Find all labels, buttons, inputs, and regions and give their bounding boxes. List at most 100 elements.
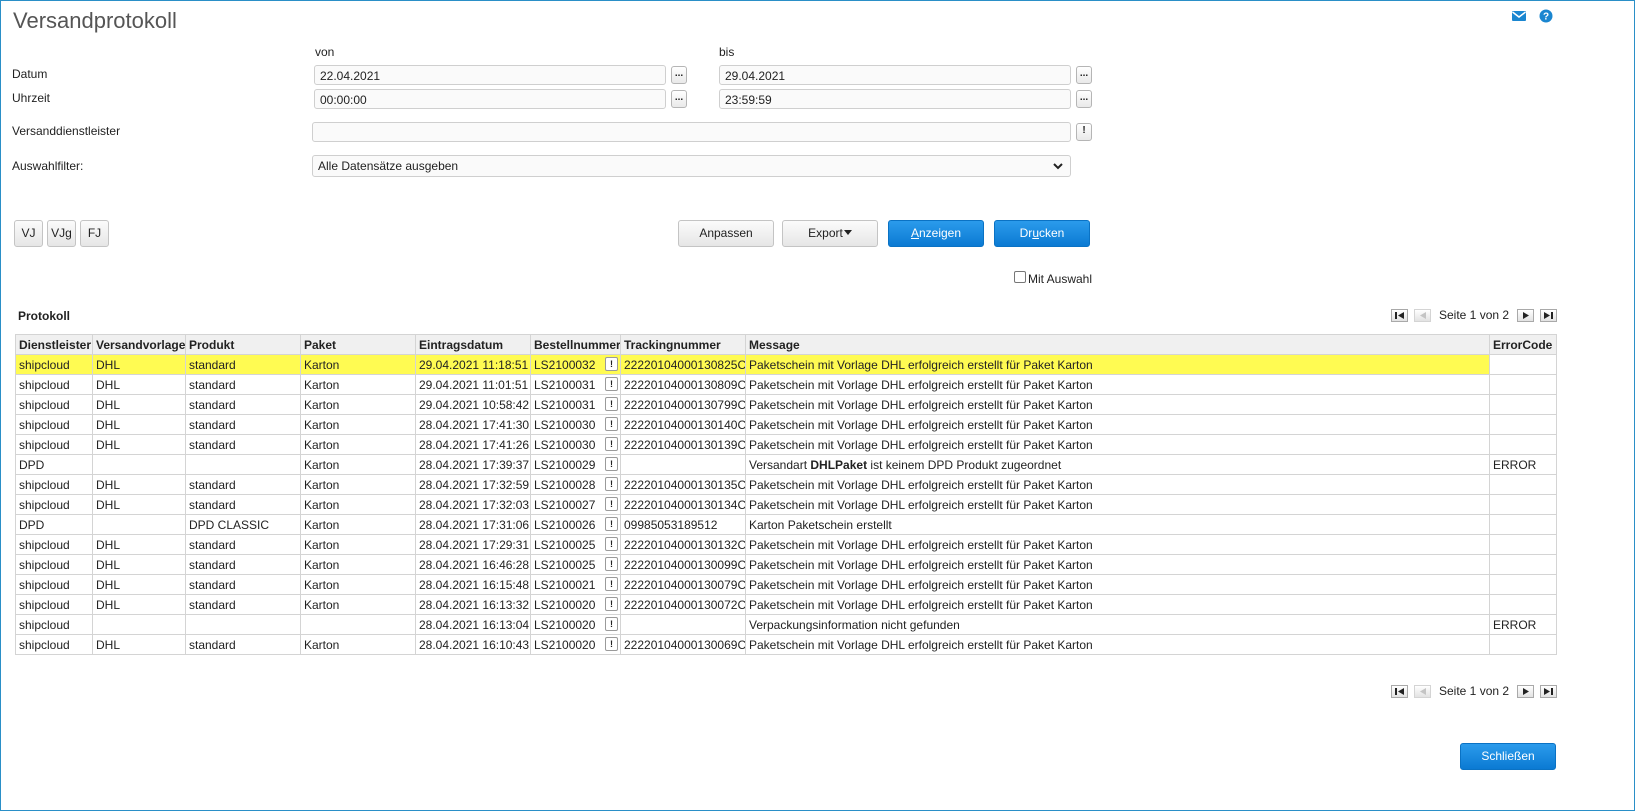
uhrzeit-bis-input[interactable]: 23:59:59 <box>719 89 1071 109</box>
cell-trackingnummer: 22220104000130134C <box>620 494 746 515</box>
column-header-eintragsdatum[interactable]: Eintragsdatum <box>415 334 531 355</box>
column-header-produkt[interactable]: Produkt <box>185 334 301 355</box>
column-header-paket[interactable]: Paket <box>300 334 416 355</box>
datum-bis-picker-button[interactable]: ... <box>1076 66 1092 84</box>
next-page-button[interactable] <box>1517 684 1535 698</box>
cell-errorcode: ERROR <box>1489 454 1557 475</box>
table-row[interactable]: shipcloud DHL standard Karton 28.04.2021 16:… <box>15 574 1557 595</box>
cell-message: Paketschein mit Vorlage DHL erfolgreich … <box>745 494 1490 515</box>
table-row[interactable]: shipcloud DHL standard Karton 28.04.2021 17:… <box>15 434 1557 455</box>
table-row[interactable]: shipcloud 28.04.2021 16:13:04 LS2100020! Ve… <box>15 614 1557 635</box>
cell-eintragsdatum: 28.04.2021 16:13:32 <box>415 594 531 615</box>
table-row[interactable]: shipcloud DHL standard Karton 28.04.2021 17:… <box>15 534 1557 555</box>
bestellnummer-value: LS2100020 <box>534 617 596 632</box>
drucken-button[interactable]: Drucken <box>994 220 1090 247</box>
export-button[interactable]: Export <box>782 220 878 247</box>
order-info-button[interactable]: ! <box>605 557 618 571</box>
cell-paket: Karton <box>300 594 416 615</box>
vjg-button[interactable]: VJg <box>47 220 76 247</box>
help-icon[interactable]: ? <box>1538 9 1554 23</box>
order-info-button[interactable]: ! <box>605 457 618 471</box>
cell-versandvorlage: DHL <box>92 534 186 555</box>
mit-auswahl-checkbox[interactable] <box>1014 271 1026 283</box>
datum-von-picker-button[interactable]: ... <box>671 66 687 84</box>
auswahlfilter-select[interactable]: Alle Datensätze ausgeben <box>312 155 1071 177</box>
cell-paket: Karton <box>300 494 416 515</box>
order-info-button[interactable]: ! <box>605 597 618 611</box>
table-row[interactable]: DPD Karton 28.04.2021 17:39:37 LS2100029! Ve… <box>15 454 1557 475</box>
table-row[interactable]: DPD DPD CLASSIC Karton 28.04.2021 17:31:06 L… <box>15 514 1557 535</box>
order-info-button[interactable]: ! <box>605 497 618 511</box>
versanddienstleister-lookup-button[interactable]: ! <box>1076 123 1092 141</box>
order-info-button[interactable]: ! <box>605 397 618 411</box>
cell-message: Paketschein mit Vorlage DHL erfolgreich … <box>745 474 1490 495</box>
anzeigen-button[interactable]: Anzeigen <box>888 220 984 247</box>
cell-paket: Karton <box>300 534 416 555</box>
order-info-button[interactable]: ! <box>605 437 618 451</box>
table-row[interactable]: shipcloud DHL standard Karton 28.04.2021 16:… <box>15 634 1557 655</box>
table-row[interactable]: shipcloud DHL standard Karton 28.04.2021 17:… <box>15 494 1557 515</box>
table-row[interactable]: shipcloud DHL standard Karton 29.04.2021 10:… <box>15 394 1557 415</box>
first-page-button[interactable] <box>1391 684 1408 698</box>
cell-errorcode <box>1489 494 1557 515</box>
order-info-button[interactable]: ! <box>605 617 618 631</box>
table-row[interactable]: shipcloud DHL standard Karton 29.04.2021 11:… <box>15 354 1557 375</box>
table-row[interactable]: shipcloud DHL standard Karton 28.04.2021 17:… <box>15 414 1557 435</box>
cell-eintragsdatum: 29.04.2021 11:01:51 <box>415 374 531 395</box>
vj-button[interactable]: VJ <box>14 220 43 247</box>
last-page-button[interactable] <box>1540 684 1558 698</box>
order-info-button[interactable]: ! <box>605 477 618 491</box>
cell-produkt: standard <box>185 594 301 615</box>
cell-paket: Karton <box>300 394 416 415</box>
cell-errorcode <box>1489 474 1557 495</box>
order-info-button[interactable]: ! <box>605 637 618 651</box>
datum-von-input[interactable]: 22.04.2021 <box>314 65 666 85</box>
cell-trackingnummer <box>620 614 746 635</box>
first-page-button[interactable] <box>1391 308 1408 322</box>
column-header-versandvorlage[interactable]: Versandvorlage <box>92 334 186 355</box>
column-header-dienstleister[interactable]: Dienstleister <box>15 334 93 355</box>
order-info-button[interactable]: ! <box>605 537 618 551</box>
datum-bis-input[interactable]: 29.04.2021 <box>719 65 1071 85</box>
cell-versandvorlage: DHL <box>92 474 186 495</box>
cell-paket: Karton <box>300 434 416 455</box>
uhrzeit-von-picker-button[interactable]: ... <box>671 90 687 108</box>
cell-produkt: standard <box>185 574 301 595</box>
order-info-button[interactable]: ! <box>605 517 618 531</box>
cell-produkt: standard <box>185 554 301 575</box>
last-page-button[interactable] <box>1540 308 1558 322</box>
mail-icon[interactable] <box>1511 9 1527 23</box>
order-info-button[interactable]: ! <box>605 577 618 591</box>
table-row[interactable]: shipcloud DHL standard Karton 28.04.2021 17:… <box>15 474 1557 495</box>
cell-trackingnummer: 22220104000130135C <box>620 474 746 495</box>
column-header-trackingnummer[interactable]: Trackingnummer <box>620 334 746 355</box>
table-row[interactable]: shipcloud DHL standard Karton 29.04.2021 11:… <box>15 374 1557 395</box>
cell-produkt: standard <box>185 414 301 435</box>
cell-produkt: standard <box>185 534 301 555</box>
versanddienstleister-input[interactable] <box>312 122 1071 142</box>
anpassen-button[interactable]: Anpassen <box>678 220 774 247</box>
svg-text:?: ? <box>1543 12 1549 23</box>
column-header-message[interactable]: Message <box>745 334 1490 355</box>
cell-eintragsdatum: 28.04.2021 16:13:04 <box>415 614 531 635</box>
order-info-button[interactable]: ! <box>605 357 618 371</box>
column-header-bestellnummer[interactable]: Bestellnummer <box>530 334 621 355</box>
bestellnummer-value: LS2100028 <box>534 477 596 492</box>
prev-page-button[interactable] <box>1414 684 1431 698</box>
prev-page-button[interactable] <box>1414 308 1431 322</box>
cell-trackingnummer: 22220104000130099C <box>620 554 746 575</box>
fj-button[interactable]: FJ <box>80 220 109 247</box>
uhrzeit-von-input[interactable]: 00:00:00 <box>314 89 666 109</box>
cell-message: Paketschein mit Vorlage DHL erfolgreich … <box>745 434 1490 455</box>
cell-errorcode <box>1489 594 1557 615</box>
cell-dienstleister: shipcloud <box>15 634 93 655</box>
cell-trackingnummer: 22220104000130825C <box>620 354 746 375</box>
table-row[interactable]: shipcloud DHL standard Karton 28.04.2021 16:… <box>15 594 1557 615</box>
column-header-errorcode[interactable]: ErrorCode <box>1489 334 1557 355</box>
uhrzeit-bis-picker-button[interactable]: ... <box>1076 90 1092 108</box>
table-row[interactable]: shipcloud DHL standard Karton 28.04.2021 16:… <box>15 554 1557 575</box>
order-info-button[interactable]: ! <box>605 417 618 431</box>
order-info-button[interactable]: ! <box>605 377 618 391</box>
next-page-button[interactable] <box>1517 308 1535 322</box>
schliessen-button[interactable]: Schließen <box>1460 743 1556 770</box>
